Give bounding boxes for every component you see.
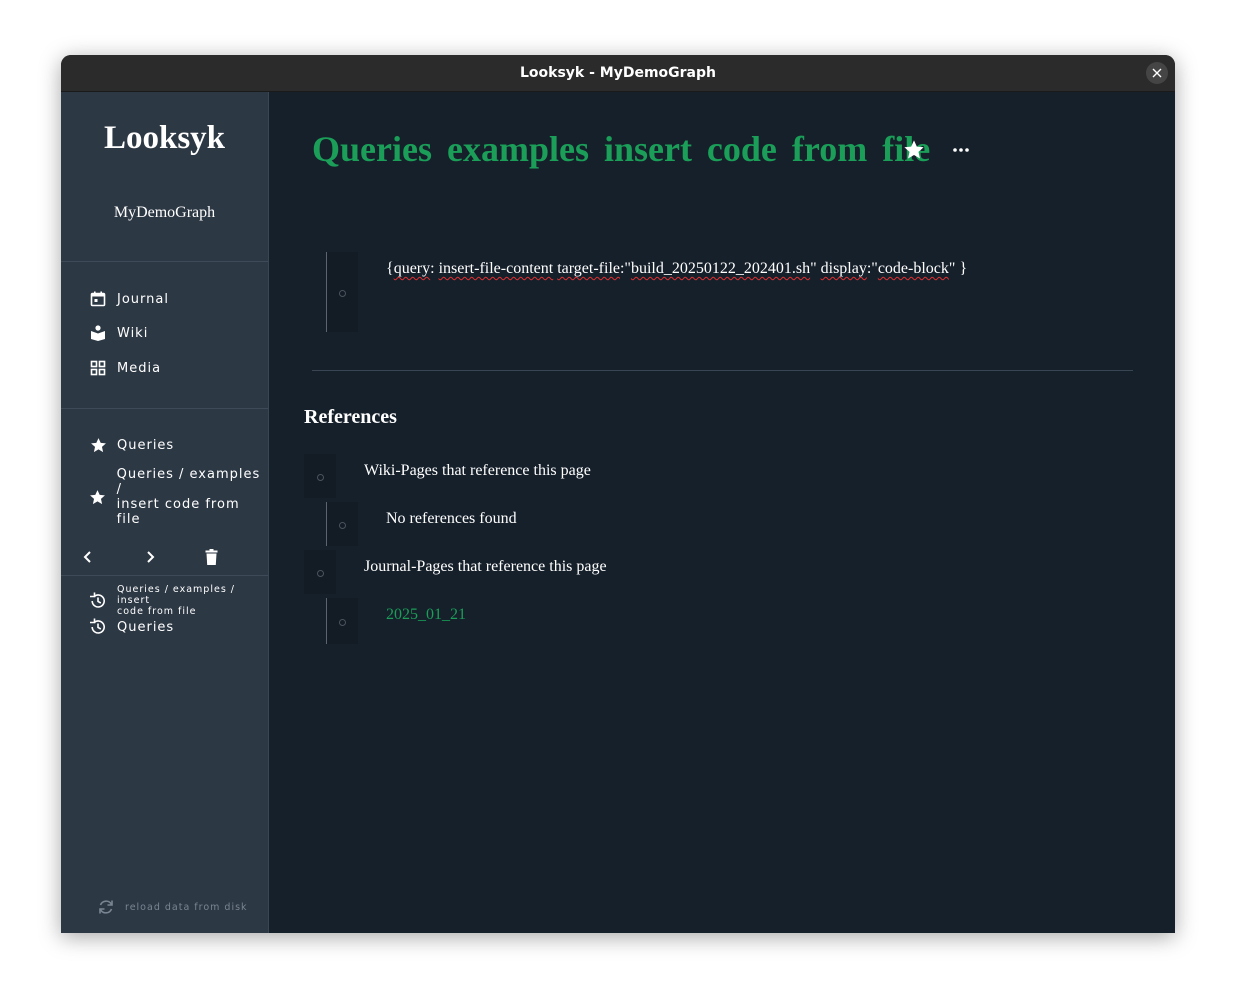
- sidebar-divider: [61, 575, 268, 576]
- history-forward-button[interactable]: [141, 548, 159, 566]
- history-icon: [89, 592, 107, 610]
- book-reader-icon: [89, 324, 107, 342]
- spellcheck-word: query: [393, 260, 431, 277]
- more-horizontal-icon: [953, 148, 969, 152]
- reload-data-button[interactable]: reload data from disk: [97, 898, 248, 916]
- block-gutter[interactable]: [326, 502, 358, 546]
- sidebar-item-label: Queries: [117, 437, 175, 453]
- main-content: Queries examples insert code from file {…: [269, 92, 1175, 933]
- spellcheck-word: build_20250122_202401.sh: [630, 260, 811, 277]
- graph-name: MyDemoGraph: [113, 204, 216, 221]
- spellcheck-word: code-block: [877, 260, 949, 277]
- bullet-icon: [339, 290, 346, 297]
- window-title: Looksyk - MyDemoGraph: [519, 65, 716, 81]
- label-line: Queries / examples / insert: [117, 584, 235, 606]
- trash-icon: [205, 549, 217, 565]
- close-button[interactable]: [1146, 62, 1168, 84]
- query-text: :": [866, 260, 878, 277]
- app-window: Looksyk - MyDemoGraph Looksyk MyDemoGrap…: [61, 55, 1175, 933]
- star-icon: [89, 436, 107, 454]
- history-item-insert-code-from-file[interactable]: Queries / examples / insert code from fi…: [89, 584, 268, 617]
- page-menu-button[interactable]: [951, 140, 971, 165]
- label-line: code from file: [117, 606, 197, 617]
- calendar-icon: [89, 290, 107, 308]
- query-text: :: [430, 260, 439, 277]
- history-item-queries[interactable]: Queries: [89, 618, 174, 636]
- close-icon: [1152, 68, 1162, 78]
- sidebar-item-label: Media: [117, 360, 162, 376]
- star-icon: [904, 140, 924, 159]
- reload-label: reload data from disk: [125, 901, 248, 913]
- references-heading: References: [304, 406, 397, 428]
- query-text: :": [619, 260, 631, 277]
- query-text: ": [810, 260, 821, 277]
- query-block[interactable]: {query: insert-file-content target-file:…: [386, 260, 967, 278]
- sidebar-divider: [61, 408, 268, 409]
- page-title: Queries examples insert code from file: [312, 129, 931, 169]
- label-line: insert code from file: [116, 497, 240, 527]
- label-line: Queries / examples /: [116, 467, 261, 497]
- sidebar-item-wiki[interactable]: Wiki: [89, 324, 148, 342]
- bullet-icon: [339, 619, 346, 626]
- journal-references-label: Journal-Pages that reference this page: [364, 558, 607, 575]
- block-gutter[interactable]: [326, 598, 358, 644]
- spellcheck-word: insert-file-content: [438, 260, 554, 277]
- star-icon: [89, 488, 107, 506]
- sidebar-item-journal[interactable]: Journal: [89, 290, 169, 308]
- sidebar-divider: [61, 261, 268, 262]
- references-divider: [312, 370, 1133, 371]
- window-titlebar: Looksyk - MyDemoGraph: [61, 55, 1175, 92]
- sidebar-item-label: Wiki: [117, 325, 149, 341]
- query-text: " }: [948, 260, 968, 277]
- favorite-item-insert-code-from-file[interactable]: Queries / examples / insert code from fi…: [89, 467, 268, 527]
- no-references-text: No references found: [386, 510, 517, 527]
- sidebar-item-label: Queries / examples / insert code from fi…: [117, 584, 268, 617]
- wiki-references-label: Wiki-Pages that reference this page: [364, 462, 591, 479]
- sidebar: Looksyk MyDemoGraph Journal Wiki Media Q…: [61, 92, 269, 933]
- bullet-icon: [339, 522, 346, 529]
- sidebar-item-media[interactable]: Media: [89, 359, 161, 377]
- bullet-icon: [317, 570, 324, 577]
- app-brand[interactable]: Looksyk: [61, 120, 268, 157]
- block-gutter[interactable]: [304, 550, 336, 594]
- sidebar-item-label: Queries: [117, 619, 175, 635]
- spellcheck-word: target-file: [557, 260, 620, 277]
- sidebar-item-label: Queries / examples / insert code from fi…: [117, 467, 268, 527]
- spellcheck-word: display: [820, 260, 867, 277]
- favorite-item-queries[interactable]: Queries: [89, 436, 174, 454]
- history-back-button[interactable]: [79, 548, 97, 566]
- journal-reference-link[interactable]: 2025_01_21: [386, 606, 466, 624]
- block-gutter[interactable]: [304, 454, 336, 498]
- block-gutter[interactable]: [326, 252, 358, 332]
- history-icon: [89, 618, 107, 636]
- clear-history-button[interactable]: [202, 548, 220, 566]
- grid-icon: [89, 359, 107, 377]
- chevron-left-icon: [83, 551, 91, 563]
- sidebar-item-label: Journal: [117, 291, 169, 307]
- refresh-icon: [99, 900, 113, 914]
- bullet-icon: [317, 474, 324, 481]
- favorite-toggle-button[interactable]: [903, 139, 925, 166]
- chevron-right-icon: [147, 551, 155, 563]
